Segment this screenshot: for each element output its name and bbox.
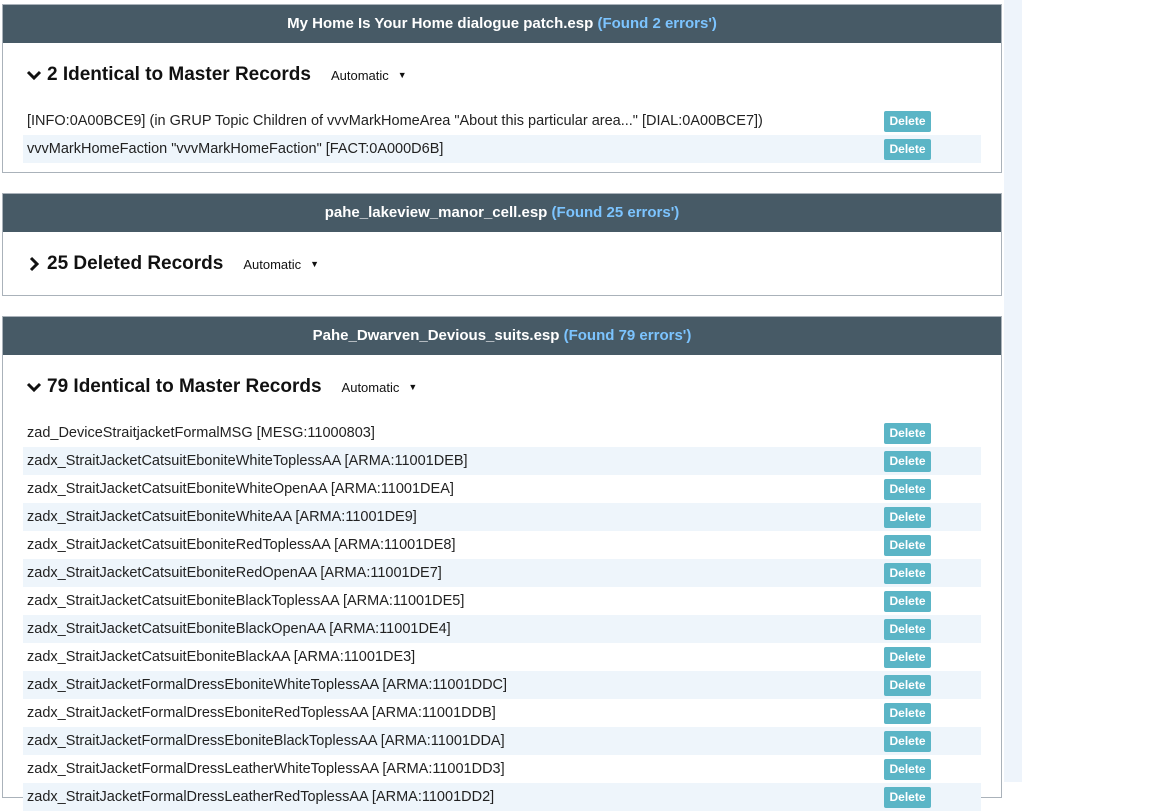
record-row: zad_DeviceStraitjacketFormalMSG [MESG:11… [23,419,981,447]
dropdown-caret-icon: ▼ [310,259,320,269]
delete-button[interactable]: Delete [884,562,931,584]
record-group-header: 25 Deleted Records Automatic ▼ [23,232,981,296]
resolution-mode-value: Automatic [341,379,400,395]
record-text: vvvMarkHomeFaction "vvvMarkHomeFaction" … [27,141,444,157]
record-text: zadx_StraitJacketCatsuitEboniteWhiteOpen… [27,481,454,497]
record-row: zadx_StraitJacketCatsuitEboniteWhiteAA [… [23,503,981,531]
page-scroll-gutter [1004,0,1022,782]
delete-button[interactable]: Delete [884,758,931,780]
record-row: zadx_StraitJacketCatsuitEboniteRedToples… [23,531,981,559]
record-group-header: 79 Identical to Master Records Automatic… [23,355,981,419]
record-text: zadx_StraitJacketFormalDressEboniteBlack… [27,733,505,749]
delete-button[interactable]: Delete [884,646,931,668]
record-group-title[interactable]: 79 Identical to Master Records [47,376,322,398]
delete-button[interactable]: Delete [884,506,931,528]
record-text: zadx_StraitJacketCatsuitEboniteBlackOpen… [27,621,451,637]
chevron-down-icon[interactable] [23,376,45,398]
plugin-error-count: (Found 25 errors') [551,204,680,221]
record-text: zadx_StraitJacketCatsuitEboniteWhiteTopl… [27,453,468,469]
plugin-panel-header: My Home Is Your Home dialogue patch.esp … [3,5,1001,43]
record-group-title[interactable]: 25 Deleted Records [47,253,223,275]
record-row: zadx_StraitJacketFormalDressEboniteRedTo… [23,699,981,727]
record-row: [INFO:0A00BCE9] (in GRUP Topic Children … [23,107,981,135]
delete-button[interactable]: Delete [884,590,931,612]
record-row: zadx_StraitJacketFormalDressLeatherWhite… [23,755,981,783]
plugin-panel-header: Pahe_Dwarven_Devious_suits.esp (Found 79… [3,317,1001,355]
resolution-mode-dropdown[interactable]: Automatic ▼ [243,257,319,272]
plugin-error-count: (Found 2 errors') [597,15,717,32]
record-row: zadx_StraitJacketCatsuitEboniteRedOpenAA… [23,559,981,587]
record-list: [INFO:0A00BCE9] (in GRUP Topic Children … [23,107,981,163]
plugin-panel: My Home Is Your Home dialogue patch.esp … [2,4,1002,173]
record-row: zadx_StraitJacketCatsuitEboniteWhiteOpen… [23,475,981,503]
record-row: zadx_StraitJacketFormalDressLeatherRedTo… [23,783,981,811]
delete-button[interactable]: Delete [884,674,931,696]
record-group-title[interactable]: 2 Identical to Master Records [47,64,311,86]
record-text: [INFO:0A00BCE9] (in GRUP Topic Children … [27,113,763,129]
delete-button[interactable]: Delete [884,534,931,556]
delete-button[interactable]: Delete [884,450,931,472]
record-row: zadx_StraitJacketCatsuitEboniteWhiteTopl… [23,447,981,475]
dropdown-caret-icon: ▼ [408,382,418,392]
record-row: vvvMarkHomeFaction "vvvMarkHomeFaction" … [23,135,981,163]
plugin-panel: pahe_lakeview_manor_cell.esp (Found 25 e… [2,193,1002,296]
resolution-mode-dropdown[interactable]: Automatic ▼ [331,68,407,83]
record-text: zadx_StraitJacketCatsuitEboniteBlackTopl… [27,593,465,609]
record-text: zadx_StraitJacketCatsuitEboniteBlackAA [… [27,649,416,665]
resolution-mode-dropdown[interactable]: Automatic ▼ [342,380,418,395]
record-text: zadx_StraitJacketFormalDressLeatherRedTo… [27,789,495,805]
record-row: zadx_StraitJacketFormalDressEboniteWhite… [23,671,981,699]
record-text: zadx_StraitJacketFormalDressEboniteRedTo… [27,705,496,721]
delete-button[interactable]: Delete [884,730,931,752]
chevron-right-icon[interactable] [23,253,45,275]
chevron-down-icon[interactable] [23,64,45,86]
plugin-panel: Pahe_Dwarven_Devious_suits.esp (Found 79… [2,316,1002,811]
delete-button[interactable]: Delete [884,422,931,444]
record-row: zadx_StraitJacketCatsuitEboniteBlackTopl… [23,587,981,615]
delete-button[interactable]: Delete [884,786,931,808]
delete-button[interactable]: Delete [884,138,931,160]
record-text: zad_DeviceStraitjacketFormalMSG [MESG:11… [27,425,375,441]
plugin-file-name: pahe_lakeview_manor_cell.esp [324,204,548,221]
resolution-mode-value: Automatic [330,67,389,83]
record-text: zadx_StraitJacketCatsuitEboniteRedOpenAA… [27,565,442,581]
record-list: zad_DeviceStraitjacketFormalMSG [MESG:11… [23,419,981,811]
record-text: zadx_StraitJacketCatsuitEboniteWhiteAA [… [27,509,417,525]
delete-button[interactable]: Delete [884,478,931,500]
record-text: zadx_StraitJacketFormalDressEboniteWhite… [27,677,508,693]
dropdown-caret-icon: ▼ [397,70,407,80]
plugin-error-count: (Found 79 errors') [563,327,692,344]
record-group-header: 2 Identical to Master Records Automatic … [23,43,981,107]
plugin-file-name: My Home Is Your Home dialogue patch.esp [287,15,594,32]
plugin-file-name: Pahe_Dwarven_Devious_suits.esp [312,327,560,344]
delete-button[interactable]: Delete [884,618,931,640]
record-row: zadx_StraitJacketFormalDressEboniteBlack… [23,727,981,755]
record-row: zadx_StraitJacketCatsuitEboniteBlackOpen… [23,615,981,643]
record-row: zadx_StraitJacketCatsuitEboniteBlackAA [… [23,643,981,671]
delete-button[interactable]: Delete [884,110,931,132]
plugin-panel-header: pahe_lakeview_manor_cell.esp (Found 25 e… [3,194,1001,232]
resolution-mode-value: Automatic [243,256,302,272]
record-text: zadx_StraitJacketCatsuitEboniteRedToples… [27,537,456,553]
record-text: zadx_StraitJacketFormalDressLeatherWhite… [27,761,505,777]
delete-button[interactable]: Delete [884,702,931,724]
